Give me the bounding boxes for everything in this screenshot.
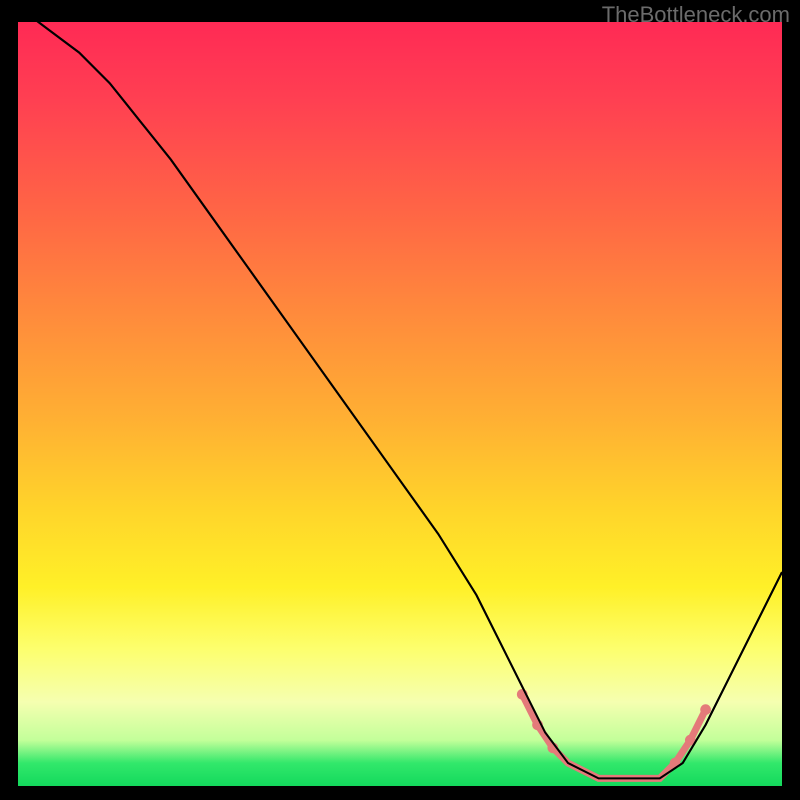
highlight-marker-dot — [700, 704, 711, 715]
bottleneck-curve-path-top — [18, 7, 782, 779]
bottleneck-curve-svg — [18, 22, 782, 786]
watermark-text: TheBottleneck.com — [602, 2, 790, 28]
bottleneck-curve-path — [18, 7, 782, 779]
chart-plot-area — [18, 22, 782, 786]
